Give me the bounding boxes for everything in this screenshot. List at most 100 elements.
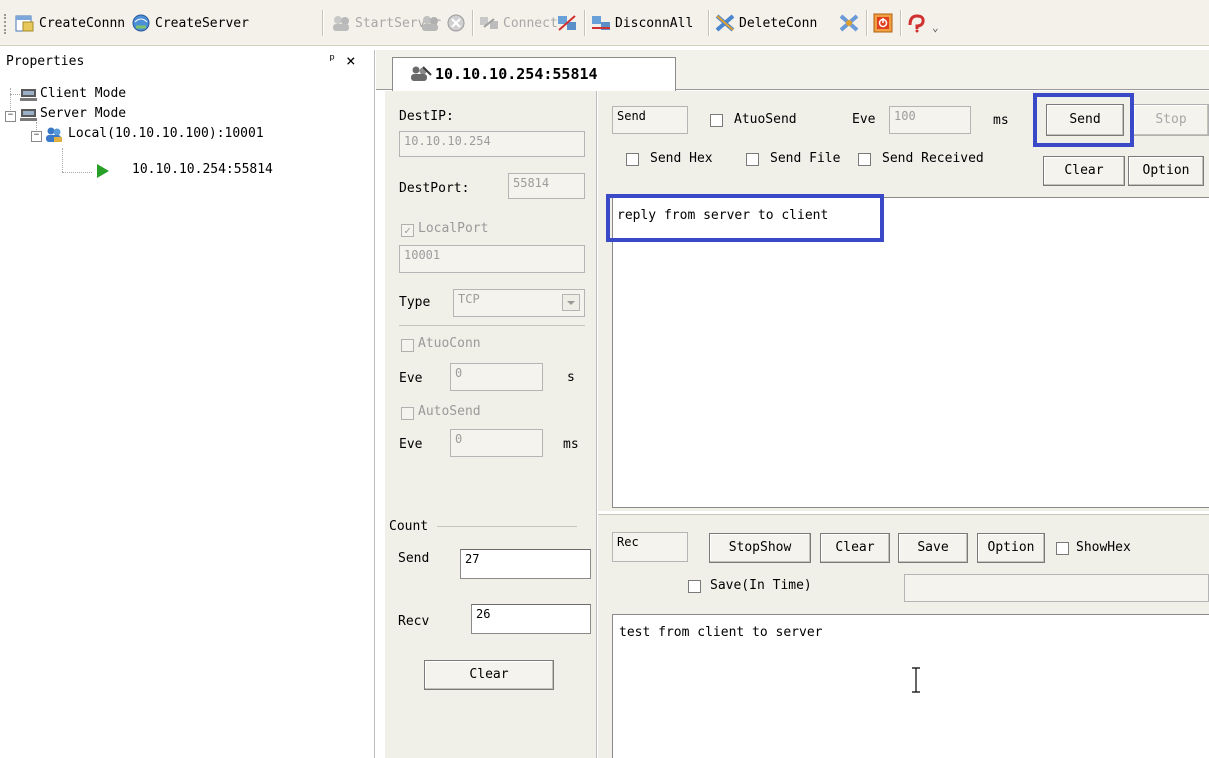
auto-send-label: AutoSend [418, 404, 481, 419]
delete-conn-icon [714, 13, 736, 33]
stop-server-icon [419, 13, 441, 33]
create-server-label: CreateServer [155, 15, 249, 31]
toolbar: CreateConnn CreateServer StartServer Con… [0, 0, 1209, 46]
help-icon [906, 13, 928, 33]
tree-label-local: Local(10.10.10.100):10001 [68, 126, 264, 141]
create-conn-button[interactable]: CreateConnn [14, 10, 125, 36]
disconn-all-button[interactable]: DisconnAll [590, 10, 693, 36]
show-hex-label: ShowHex [1076, 540, 1131, 555]
save-in-time-label: Save(In Time) [710, 578, 812, 593]
toolbar-overflow-button[interactable]: ⌄ [932, 14, 939, 40]
eve-conn-field[interactable]: 0 [450, 363, 543, 391]
help-button[interactable] [906, 10, 931, 36]
auto-send-checkbox[interactable] [401, 407, 414, 420]
connect-label: Connect [503, 15, 558, 31]
save-path-field[interactable] [904, 574, 1209, 602]
properties-title: Properties [6, 54, 85, 69]
connection-icon [409, 65, 433, 83]
eve-send-field[interactable]: 0 [450, 429, 543, 457]
tree-expander-server-mode[interactable]: − [5, 111, 16, 122]
disconn-all-icon [590, 13, 612, 33]
type-select-value: TCP [458, 292, 480, 306]
atuo-conn-label: AtuoConn [418, 336, 481, 351]
recv-save-button[interactable]: Save [898, 533, 968, 563]
atuo-send-checkbox[interactable] [710, 114, 723, 127]
send-option-button[interactable]: Option [1128, 156, 1204, 186]
send-file-label: Send File [770, 151, 841, 166]
recv-option-button[interactable]: Option [977, 533, 1045, 563]
create-server-icon [130, 13, 152, 33]
create-server-button[interactable]: CreateServer [130, 10, 249, 36]
properties-header: Properties ᵖ × [0, 51, 372, 74]
delete-conn-button[interactable]: DeleteConn [714, 10, 817, 36]
computer-icon [20, 108, 38, 122]
close-icon[interactable]: × [346, 51, 356, 70]
connect-button[interactable]: Connect [478, 10, 558, 36]
tab-connection[interactable]: 10.10.10.254:55814 [392, 57, 676, 91]
computer-icon [20, 88, 38, 102]
send-group-label: Send [612, 106, 688, 134]
tree-label-client-mode: Client Mode [40, 86, 127, 101]
show-hex-checkbox[interactable] [1056, 542, 1069, 555]
create-conn-icon [14, 13, 36, 33]
local-port-field[interactable]: 10001 [399, 245, 585, 273]
send-file-checkbox[interactable] [746, 153, 759, 166]
power-icon [872, 13, 894, 33]
local-port-checkbox[interactable]: ✓ [401, 224, 414, 237]
divider [399, 325, 585, 326]
tree-expander-local[interactable]: − [31, 131, 42, 142]
delete-all-button[interactable] [838, 10, 863, 36]
send-eve-field[interactable]: 100 [889, 106, 971, 134]
save-in-time-checkbox[interactable] [688, 580, 701, 593]
exit-button[interactable] [872, 10, 897, 36]
users-icon [44, 126, 64, 144]
connect-icon [478, 13, 500, 33]
recv-clear-button[interactable]: Clear [820, 533, 890, 563]
send-eve-label: Eve [852, 112, 876, 127]
send-text-highlight [606, 194, 884, 242]
create-conn-label: CreateConnn [39, 15, 126, 31]
send-button-highlight [1033, 93, 1134, 147]
send-textarea[interactable]: reply from server to client [612, 197, 1209, 508]
send-eve-unit: ms [993, 113, 1009, 128]
dest-port-label: DestPort: [399, 181, 470, 196]
dest-ip-label: DestIP: [399, 109, 454, 124]
toolbar-grip[interactable] [4, 14, 9, 34]
send-count-label: Send [398, 551, 430, 566]
cancel-icon [446, 13, 468, 33]
stop-button[interactable]: Stop [1133, 104, 1209, 136]
dest-port-field[interactable]: 55814 [508, 173, 585, 199]
recv-text: test from client to server [619, 625, 823, 640]
atuo-conn-checkbox[interactable] [401, 339, 414, 352]
tree-label-remote: 10.10.10.254:55814 [132, 162, 273, 177]
play-icon [96, 164, 110, 178]
rec-group-label: Rec [612, 532, 688, 562]
text-cursor-icon [911, 667, 921, 693]
send-hex-label: Send Hex [650, 151, 713, 166]
send-clear-button[interactable]: Clear [1043, 156, 1125, 186]
recv-count-field[interactable]: 26 [471, 604, 591, 634]
count-clear-button[interactable]: Clear [424, 660, 554, 690]
send-received-checkbox[interactable] [858, 153, 871, 166]
recv-count-label: Recv [398, 614, 430, 629]
pin-icon[interactable]: ᵖ [328, 52, 336, 68]
eve-conn-label: Eve [399, 371, 423, 386]
dest-ip-field[interactable]: 10.10.10.254 [399, 131, 585, 157]
count-label: Count [389, 519, 429, 534]
eve-send-label: Eve [399, 437, 423, 452]
tree-label-server-mode: Server Mode [40, 106, 127, 121]
type-label: Type [399, 295, 431, 310]
eve-conn-unit: s [567, 370, 575, 385]
receive-textarea[interactable]: test from client to server [612, 614, 1209, 758]
start-server-icon [330, 13, 352, 33]
cancel-icon-button[interactable] [446, 10, 471, 36]
send-count-field[interactable]: 27 [460, 549, 591, 579]
send-received-label: Send Received [882, 151, 984, 166]
stop-show-button[interactable]: StopShow [709, 533, 811, 563]
send-hex-checkbox[interactable] [626, 153, 639, 166]
chevron-down-icon [562, 294, 580, 311]
stop-server-button[interactable] [419, 10, 444, 36]
disconnect-icon [556, 13, 578, 33]
type-select[interactable]: TCP [453, 289, 585, 317]
disconnect-button[interactable] [556, 10, 581, 36]
